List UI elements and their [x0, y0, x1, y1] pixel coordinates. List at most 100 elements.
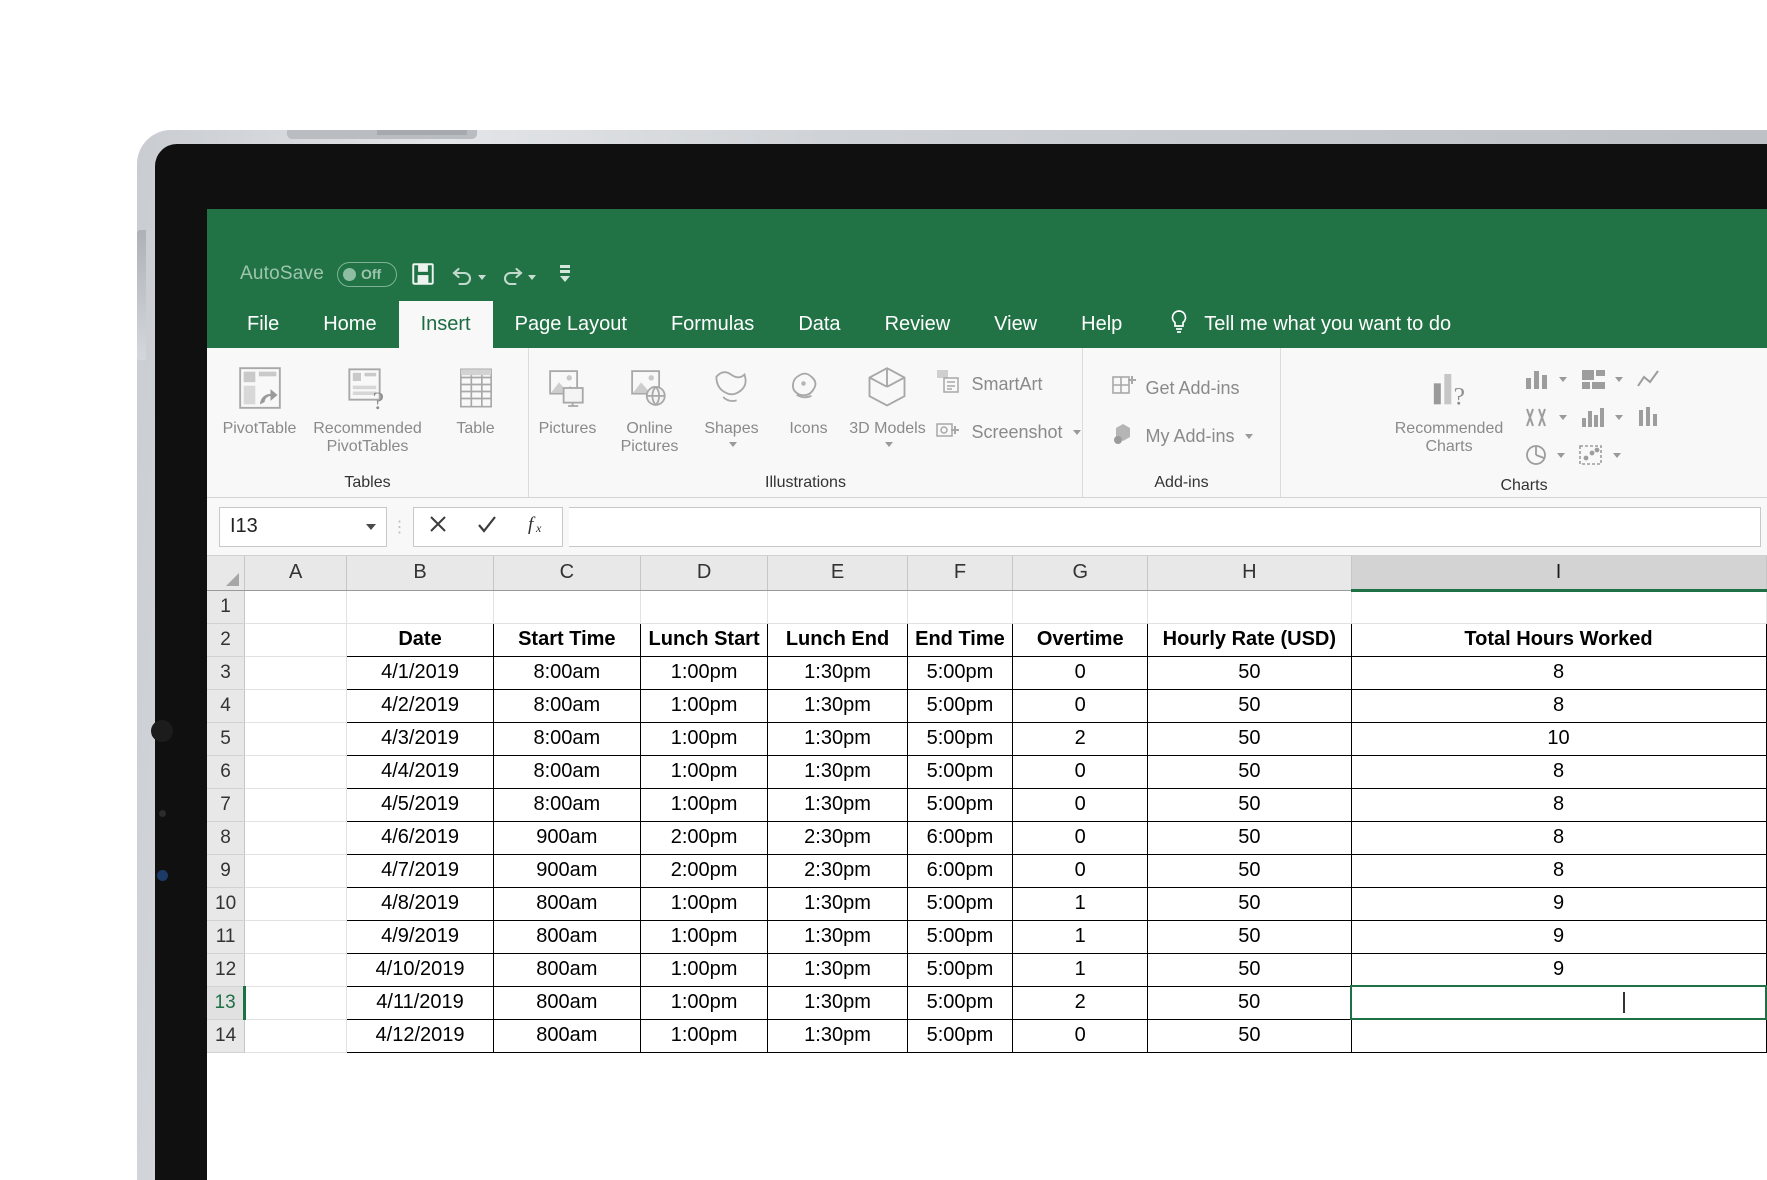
cell-F7[interactable]: 5:00pm: [906, 787, 1014, 822]
cell-B2[interactable]: Date: [346, 622, 494, 657]
cell-C4[interactable]: 8:00am: [492, 688, 641, 723]
cell-A10[interactable]: [244, 887, 348, 921]
cell-C12[interactable]: 800am: [492, 952, 641, 987]
cell-D9[interactable]: 2:00pm: [639, 853, 769, 888]
cell-G4[interactable]: 0: [1012, 688, 1149, 723]
cell-I14[interactable]: [1350, 1018, 1767, 1053]
cell-D11[interactable]: 1:00pm: [639, 919, 769, 954]
cell-E5[interactable]: 1:30pm: [767, 721, 908, 756]
cell-E4[interactable]: 1:30pm: [767, 688, 908, 723]
select-all-corner[interactable]: [207, 556, 246, 591]
my-addins-dropdown-caret[interactable]: [1244, 434, 1253, 439]
ribbon-tab-review[interactable]: Review: [863, 301, 973, 348]
cell-D5[interactable]: 1:00pm: [639, 721, 769, 756]
cell-D2[interactable]: Lunch Start: [639, 622, 769, 657]
cell-F6[interactable]: 5:00pm: [906, 754, 1014, 789]
cell-E3[interactable]: 1:30pm: [767, 655, 908, 690]
cell-I4[interactable]: 8: [1350, 688, 1767, 723]
ribbon-tab-insert[interactable]: Insert: [398, 301, 493, 348]
cell-H13[interactable]: 50: [1147, 985, 1352, 1020]
cell-B14[interactable]: 4/12/2019: [346, 1018, 494, 1053]
cell-F3[interactable]: 5:00pm: [906, 655, 1014, 690]
cell-B4[interactable]: 4/2/2019: [346, 688, 494, 723]
cell-H2[interactable]: Hourly Rate (USD): [1147, 622, 1352, 657]
column-header-D[interactable]: D: [640, 556, 769, 591]
pivottable-button[interactable]: PivotTable: [214, 356, 306, 438]
cell-C10[interactable]: 800am: [492, 886, 641, 921]
statistic-chart-caret[interactable]: [1559, 414, 1567, 420]
cell-G14[interactable]: 0: [1012, 1018, 1149, 1053]
row-header-2[interactable]: 2: [207, 623, 246, 657]
cell-E12[interactable]: 1:30pm: [767, 952, 908, 987]
cell-B12[interactable]: 4/10/2019: [346, 952, 494, 987]
cell-A12[interactable]: [244, 953, 348, 987]
row-header-4[interactable]: 4: [207, 689, 246, 723]
ribbon-tab-help[interactable]: Help: [1059, 301, 1144, 348]
cell-E14[interactable]: 1:30pm: [767, 1018, 908, 1053]
get-addins-button[interactable]: Get Add-ins: [1106, 365, 1256, 413]
cell-D4[interactable]: 1:00pm: [639, 688, 769, 723]
cell-I13[interactable]: [1350, 985, 1767, 1020]
cell-G2[interactable]: Overtime: [1012, 622, 1149, 657]
cell-F8[interactable]: 6:00pm: [906, 820, 1014, 855]
row-header-5[interactable]: 5: [207, 722, 246, 756]
cell-B1[interactable]: [346, 590, 494, 624]
row-header-3[interactable]: 3: [207, 656, 246, 690]
3d-models-dropdown-caret[interactable]: [884, 441, 893, 447]
cell-I2[interactable]: Total Hours Worked: [1350, 622, 1767, 657]
ribbon-tab-formulas[interactable]: Formulas: [649, 301, 776, 348]
cell-D14[interactable]: 1:00pm: [639, 1018, 769, 1053]
row-header-10[interactable]: 10: [207, 887, 246, 921]
pictures-button[interactable]: Pictures: [526, 356, 608, 438]
cell-I6[interactable]: 8: [1350, 754, 1767, 789]
cell-A2[interactable]: [244, 623, 348, 657]
cell-F11[interactable]: 5:00pm: [906, 919, 1014, 954]
cell-H6[interactable]: 50: [1147, 754, 1352, 789]
cell-G3[interactable]: 0: [1012, 655, 1149, 690]
cell-D10[interactable]: 1:00pm: [639, 886, 769, 921]
column-chart-button[interactable]: [1517, 360, 1573, 398]
cell-G10[interactable]: 1: [1012, 886, 1149, 921]
line-chart-button[interactable]: [1629, 360, 1667, 398]
cell-H8[interactable]: 50: [1147, 820, 1352, 855]
cell-F1[interactable]: [907, 590, 1014, 624]
scatter-chart-button[interactable]: [1571, 436, 1627, 474]
recommended-pivottables-button[interactable]: ? Recommended PivotTables: [306, 356, 430, 456]
cell-C1[interactable]: [493, 590, 641, 624]
cell-H10[interactable]: 50: [1147, 886, 1352, 921]
cell-H7[interactable]: 50: [1147, 787, 1352, 822]
name-box[interactable]: I13: [219, 506, 387, 547]
cell-C14[interactable]: 800am: [492, 1018, 641, 1053]
cell-I9[interactable]: 8: [1350, 853, 1767, 888]
column-header-F[interactable]: F: [907, 556, 1014, 591]
row-header-6[interactable]: 6: [207, 755, 246, 789]
cell-A7[interactable]: [244, 788, 348, 822]
cell-H11[interactable]: 50: [1147, 919, 1352, 954]
cell-C7[interactable]: 8:00am: [492, 787, 641, 822]
cell-H3[interactable]: 50: [1147, 655, 1352, 690]
column-header-B[interactable]: B: [346, 556, 494, 591]
cell-F12[interactable]: 5:00pm: [906, 952, 1014, 987]
statistic-chart-button[interactable]: [1517, 398, 1573, 436]
row-header-7[interactable]: 7: [207, 788, 246, 822]
bar-chart-caret[interactable]: [1615, 414, 1623, 420]
cell-F5[interactable]: 5:00pm: [906, 721, 1014, 756]
cell-D13[interactable]: 1:00pm: [639, 985, 769, 1020]
waterfall-chart-button[interactable]: [1629, 398, 1667, 436]
cell-G11[interactable]: 1: [1012, 919, 1149, 954]
cell-H12[interactable]: 50: [1147, 952, 1352, 987]
cell-G12[interactable]: 1: [1012, 952, 1149, 987]
cell-E10[interactable]: 1:30pm: [767, 886, 908, 921]
cell-D6[interactable]: 1:00pm: [639, 754, 769, 789]
formula-input[interactable]: [569, 506, 1761, 547]
cell-G5[interactable]: 2: [1012, 721, 1149, 756]
cell-A13[interactable]: [244, 986, 348, 1020]
cell-A8[interactable]: [244, 821, 348, 855]
bar-chart-button[interactable]: [1573, 398, 1629, 436]
ribbon-tab-home[interactable]: Home: [301, 301, 398, 348]
column-header-G[interactable]: G: [1012, 556, 1149, 591]
cell-B8[interactable]: 4/6/2019: [346, 820, 494, 855]
customize-quick-access-icon[interactable]: [557, 263, 573, 285]
column-header-H[interactable]: H: [1147, 556, 1352, 591]
cell-E6[interactable]: 1:30pm: [767, 754, 908, 789]
